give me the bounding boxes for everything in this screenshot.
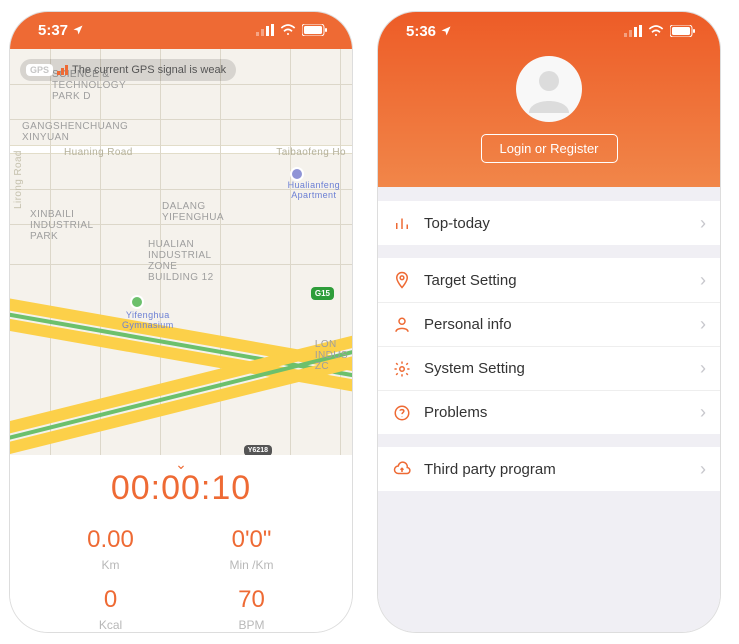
poi-icon (130, 295, 144, 309)
menu-item-target-setting[interactable]: Target Setting › (378, 258, 720, 302)
menu-label: Target Setting (424, 272, 688, 289)
avatar[interactable] (516, 56, 582, 122)
status-bar: 5:37 (10, 12, 352, 49)
chart-icon (392, 214, 412, 232)
gps-message: The current GPS signal is weak (72, 64, 226, 76)
profile-header: 5:36 Login or Register (378, 12, 720, 187)
cellular-icon (256, 24, 274, 36)
metric-value: 0 (40, 586, 181, 614)
menu-item-problems[interactable]: Problems › (378, 390, 720, 434)
gps-tag: GPS (26, 64, 53, 76)
target-icon (392, 271, 412, 289)
map-label: Taibaofeng Ho (276, 147, 346, 158)
cellular-icon (624, 25, 642, 37)
metric-km: 0.00 Km (40, 526, 181, 572)
profile-screen: 5:36 Login or Register Top-today › (378, 12, 720, 632)
menu-item-personal-info[interactable]: Personal info › (378, 302, 720, 346)
highway-shield: G15 (311, 287, 334, 300)
metrics-panel: ⌄ 00:00:10 0.00 Km 0'0" Min /Km 0 Kcal 7… (10, 455, 352, 632)
map-label: GANGSHENCHUANG XINYUAN (22, 121, 128, 143)
gear-icon (392, 360, 412, 378)
map[interactable]: SCIENCE & TECHNOLOGY PARK D GANGSHENCHUA… (10, 49, 352, 455)
map-label: Yifenghua Gymnasium (122, 311, 174, 331)
map-label: DALANG YIFENGHUA (162, 201, 224, 223)
signal-bars-icon (57, 65, 68, 75)
map-label: XINBAILI INDUSTRIAL PARK (30, 209, 93, 242)
wifi-icon (280, 24, 296, 36)
chevron-right-icon: › (700, 358, 706, 379)
status-time: 5:36 (406, 23, 436, 40)
menu-label: System Setting (424, 360, 688, 377)
chevron-right-icon: › (700, 459, 706, 480)
menu-label: Problems (424, 404, 688, 421)
metric-unit: Min /Km (181, 558, 322, 572)
location-arrow-icon (72, 24, 84, 36)
map-label: LON INDUS ZC (315, 339, 348, 372)
poi-icon (290, 167, 304, 181)
metric-bpm: 70 BPM (181, 586, 322, 632)
road-shield: Y6218 (244, 445, 272, 455)
map-label: Huaning Road (64, 147, 133, 158)
metric-value: 0'0" (181, 526, 322, 554)
metric-value: 0.00 (40, 526, 181, 554)
metric-unit: Km (40, 558, 181, 572)
chevron-right-icon: › (700, 402, 706, 423)
status-time: 5:37 (38, 22, 68, 39)
chevron-right-icon: › (700, 270, 706, 291)
wifi-icon (648, 25, 664, 37)
menu-item-top-today[interactable]: Top-today › (378, 201, 720, 245)
metric-kcal: 0 Kcal (40, 586, 181, 632)
metric-unit: BPM (181, 618, 322, 632)
map-label: Lirong Road (13, 150, 24, 209)
menu-label: Third party program (424, 461, 688, 478)
menu-list: Top-today › Target Setting › Personal in… (378, 187, 720, 632)
gps-signal-pill: GPS The current GPS signal is weak (20, 59, 236, 81)
chevron-right-icon: › (700, 213, 706, 234)
login-register-button[interactable]: Login or Register (481, 134, 618, 163)
battery-icon (670, 25, 696, 37)
status-bar: 5:36 (378, 12, 720, 50)
battery-icon (302, 24, 328, 36)
cloud-icon (392, 460, 412, 478)
help-icon (392, 404, 412, 422)
chevron-down-icon[interactable]: ⌄ (175, 461, 187, 467)
chevron-right-icon: › (700, 314, 706, 335)
timer: 00:00:10 (111, 469, 251, 508)
menu-label: Top-today (424, 215, 688, 232)
tracking-screen: 5:37 SC (10, 12, 352, 632)
menu-item-third-party[interactable]: Third party program › (378, 447, 720, 491)
map-label: Hualianfeng Apartment (288, 181, 340, 201)
menu-label: Personal info (424, 316, 688, 333)
location-arrow-icon (440, 25, 452, 37)
person-icon (392, 316, 412, 334)
map-label: HUALIAN INDUSTRIAL ZONE BUILDING 12 (148, 239, 214, 283)
metric-unit: Kcal (40, 618, 181, 632)
metric-pace: 0'0" Min /Km (181, 526, 322, 572)
person-icon (525, 65, 573, 113)
menu-item-system-setting[interactable]: System Setting › (378, 346, 720, 390)
metric-value: 70 (181, 586, 322, 614)
